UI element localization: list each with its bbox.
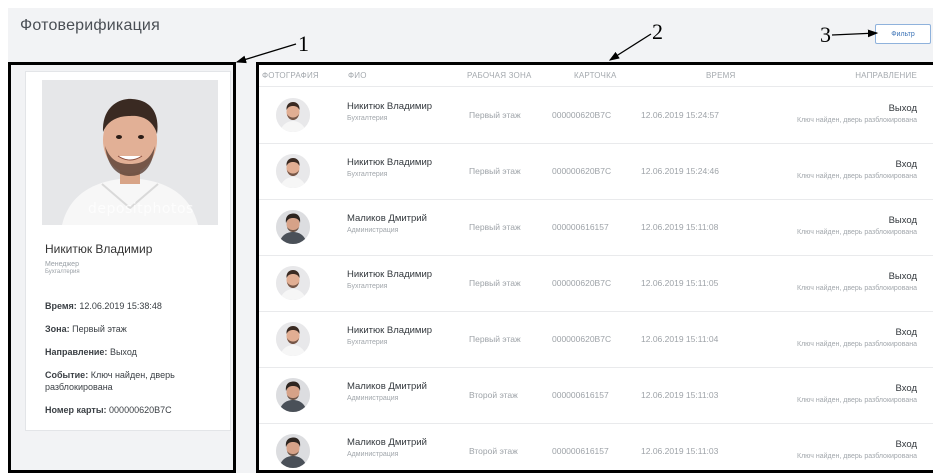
column-header-card[interactable]: КАРТОЧКА — [574, 71, 616, 80]
avatar — [276, 266, 310, 300]
detail-event-label: Событие: — [45, 370, 89, 380]
employee-position: Менеджер — [45, 261, 79, 268]
row-direction: Вход — [895, 383, 918, 394]
row-direction: Выход — [888, 215, 917, 226]
table-row[interactable]: Никитюк Владимир Бухгалтерия Первый этаж 00… — [259, 87, 933, 144]
detail-card: Номер карты: 000000620B7C — [45, 404, 225, 416]
row-time: 12.06.2019 15:11:04 — [641, 334, 719, 344]
detail-time-label: Время: — [45, 301, 77, 311]
detail-time-value: 12.06.2019 15:38:48 — [79, 301, 162, 311]
avatar — [276, 434, 310, 468]
detail-time: Время: 12.06.2019 15:38:48 — [45, 300, 225, 312]
row-name: Никитюк Владимир — [347, 101, 433, 112]
row-zone: Первый этаж — [469, 278, 521, 288]
row-zone: Первый этаж — [469, 222, 521, 232]
column-header-time[interactable]: ВРЕМЯ — [706, 71, 735, 80]
row-department: Администрация — [347, 451, 399, 458]
column-header-direction[interactable]: НАПРАВЛЕНИЕ — [855, 71, 917, 80]
table-row[interactable]: Маликов Дмитрий Администрация Первый этаж 0… — [259, 199, 933, 256]
row-time: 12.06.2019 15:24:46 — [641, 166, 719, 176]
avatar — [276, 154, 310, 188]
events-table: ФОТОГРАФИЯ ФИО РАБОЧАЯ ЗОНА КАРТОЧКА ВРЕ… — [256, 62, 933, 473]
row-direction: Выход — [888, 103, 917, 114]
row-department: Бухгалтерия — [347, 283, 388, 290]
callout-label-3: 3 — [820, 22, 831, 47]
row-event: Ключ найден, дверь разблокирована — [797, 173, 917, 180]
row-zone: Первый этаж — [469, 334, 521, 344]
row-name: Маликов Дмитрий — [347, 381, 427, 392]
row-zone: Второй этаж — [469, 446, 518, 456]
detail-direction: Направление: Выход — [45, 346, 225, 358]
row-time: 12.06.2019 15:24:57 — [641, 110, 719, 120]
row-direction: Вход — [895, 439, 918, 450]
detail-card-label: Номер карты: — [45, 405, 107, 415]
callout-label-1: 1 — [298, 31, 309, 56]
employee-name: Никитюк Владимир — [45, 242, 153, 256]
row-department: Бухгалтерия — [347, 171, 388, 178]
row-time: 12.06.2019 15:11:03 — [641, 446, 719, 456]
table-row[interactable]: Никитюк Владимир Бухгалтерия Первый этаж 00… — [259, 311, 933, 368]
row-event: Ключ найден, дверь разблокирована — [797, 453, 917, 460]
table-row[interactable]: Маликов Дмитрий Администрация Второй этаж 0… — [259, 367, 933, 424]
row-card: 000000616157 — [552, 390, 609, 400]
detail-direction-value: Выход — [109, 347, 137, 357]
table-row[interactable]: Никитюк Владимир Бухгалтерия Первый этаж 00… — [259, 255, 933, 312]
column-header-zone[interactable]: РАБОЧАЯ ЗОНА — [467, 71, 532, 80]
row-zone: Первый этаж — [469, 110, 521, 120]
row-name: Маликов Дмитрий — [347, 437, 427, 448]
avatar — [276, 378, 310, 412]
row-department: Администрация — [347, 227, 399, 234]
row-card: 000000620B7C — [552, 166, 612, 176]
table-row[interactable]: Никитюк Владимир Бухгалтерия Первый этаж 00… — [259, 143, 933, 200]
row-time: 12.06.2019 15:11:03 — [641, 390, 719, 400]
avatar — [276, 98, 310, 132]
row-event: Ключ найден, дверь разблокирована — [797, 117, 917, 124]
row-department: Бухгалтерия — [347, 339, 388, 346]
detail-direction-label: Направление: — [45, 347, 108, 357]
employee-photo: depositphotos — [42, 80, 218, 225]
row-direction: Вход — [895, 159, 918, 170]
row-direction: Вход — [895, 327, 918, 338]
column-header-photo[interactable]: ФОТОГРАФИЯ — [262, 71, 319, 80]
avatar — [276, 210, 310, 244]
row-event: Ключ найден, дверь разблокирована — [797, 285, 917, 292]
row-name: Никитюк Владимир — [347, 269, 433, 280]
row-card: 000000616157 — [552, 222, 609, 232]
row-zone: Второй этаж — [469, 390, 518, 400]
row-card: 000000620B7C — [552, 334, 612, 344]
row-department: Администрация — [347, 395, 399, 402]
row-event: Ключ найден, дверь разблокирована — [797, 229, 917, 236]
filter-button[interactable]: Фильтр — [875, 24, 931, 44]
column-header-name[interactable]: ФИО — [348, 71, 367, 80]
detail-card-value: 000000620B7C — [109, 405, 172, 415]
photo-watermark: depositphotos — [88, 201, 194, 217]
employee-department: Бухгалтерия — [45, 269, 80, 275]
row-name: Маликов Дмитрий — [347, 213, 427, 224]
row-name: Никитюк Владимир — [347, 157, 433, 168]
callout-label-2: 2 — [652, 19, 663, 44]
event-details-panel: depositphotos Никитюк Владимир Менеджер … — [8, 62, 236, 473]
row-event: Ключ найден, дверь разблокирована — [797, 397, 917, 404]
row-event: Ключ найден, дверь разблокирована — [797, 341, 917, 348]
row-direction: Выход — [888, 271, 917, 282]
row-time: 12.06.2019 15:11:05 — [641, 278, 719, 288]
avatar — [276, 322, 310, 356]
event-details-card: depositphotos Никитюк Владимир Менеджер … — [25, 71, 231, 431]
row-department: Бухгалтерия — [347, 115, 388, 122]
row-name: Никитюк Владимир — [347, 325, 433, 336]
row-zone: Первый этаж — [469, 166, 521, 176]
table-header: ФОТОГРАФИЯ ФИО РАБОЧАЯ ЗОНА КАРТОЧКА ВРЕ… — [259, 65, 933, 87]
page-title: Фотоверификация — [20, 17, 160, 34]
table-row[interactable]: Маликов Дмитрий Администрация Второй этаж 0… — [259, 423, 933, 470]
row-card: 000000620B7C — [552, 110, 612, 120]
row-card: 000000616157 — [552, 446, 609, 456]
detail-zone-label: Зона: — [45, 324, 70, 334]
row-card: 000000620B7C — [552, 278, 612, 288]
detail-zone-value: Первый этаж — [72, 324, 127, 334]
detail-zone: Зона: Первый этаж — [45, 323, 225, 335]
detail-event: Событие: Ключ найден, дверь разблокирова… — [45, 369, 225, 393]
row-time: 12.06.2019 15:11:08 — [641, 222, 719, 232]
